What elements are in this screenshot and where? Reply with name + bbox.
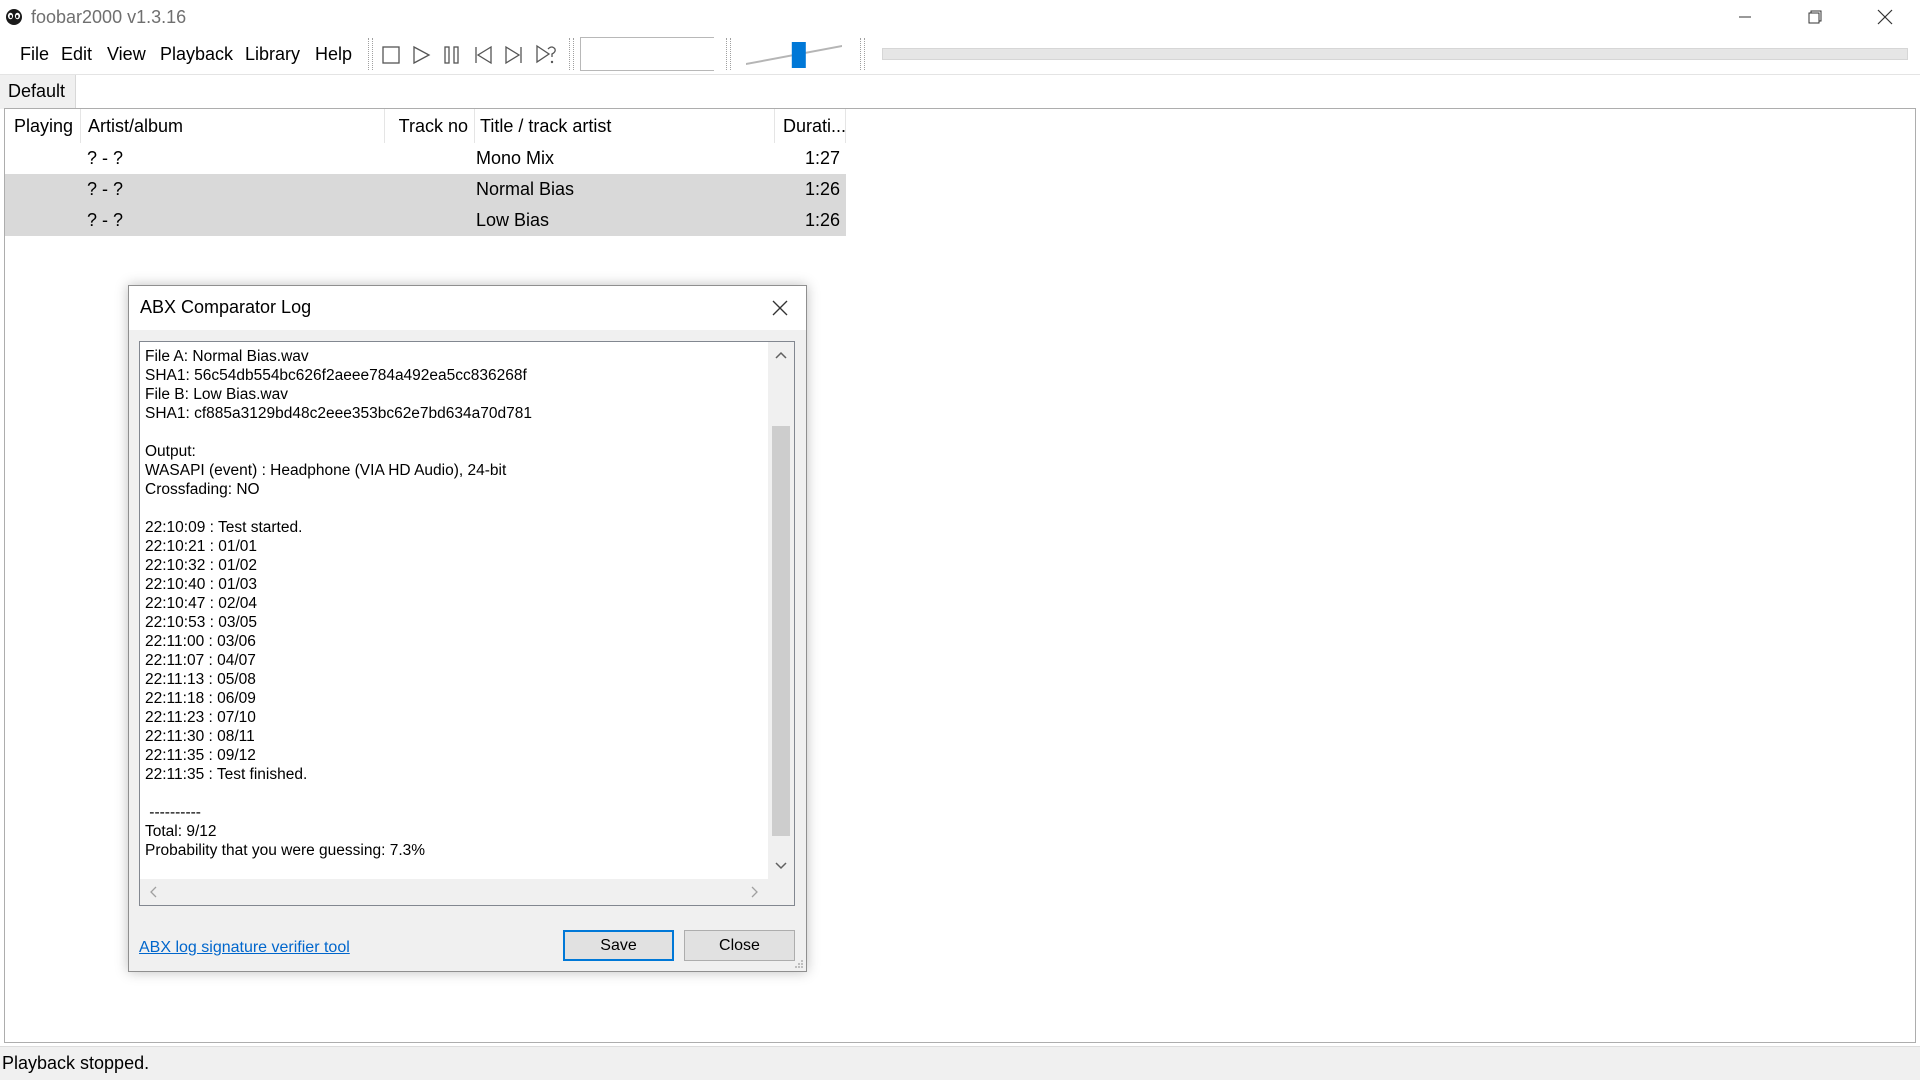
menu-library[interactable]: Library [245,44,300,65]
dialog-title: ABX Comparator Log [140,297,312,317]
cell-duration: 1:26 [804,179,840,199]
cell-title: Mono Mix [476,148,555,168]
menu-view[interactable]: View [107,44,146,65]
restore-icon [1808,10,1822,24]
cell-duration: 1:27 [804,148,840,168]
status-bar: Playback stopped. [0,1046,1920,1080]
restore-button[interactable] [1780,0,1850,34]
cell-artist-album: ? - ? [87,148,124,168]
chevron-up-icon [775,351,787,359]
cell-title: Normal Bias [476,179,575,199]
menu-toolbar-row: File Edit View Playback Library Help [0,34,1920,74]
cell-title: Low Bias [476,210,550,230]
seek-bar[interactable] [882,48,1908,60]
chevron-down-icon [775,862,787,870]
column-artist-album[interactable]: Artist/album [81,109,385,143]
playlist-tab-row: Default [0,74,1920,109]
menu-help[interactable]: Help [315,44,352,65]
vertical-scrollbar[interactable] [768,342,794,879]
save-button[interactable]: Save [563,930,674,961]
foobar-app-icon[interactable] [4,6,24,26]
column-playing[interactable]: Playing [5,109,81,143]
minimize-icon [1739,16,1751,18]
stop-icon [382,46,400,64]
abx-log-dialog: ABX Comparator Log File A: Normal Bias.w… [128,285,807,972]
log-text: File A: Normal Bias.wav SHA1: 56c54db554… [145,348,532,859]
vertical-scroll-thumb[interactable] [772,426,790,836]
title-bar: foobar2000 v1.3.16 [0,0,1920,34]
scroll-up-button[interactable] [768,342,794,368]
play-button[interactable] [408,42,434,68]
scroll-left-button[interactable] [140,879,166,905]
column-title[interactable]: Title / track artist [475,109,775,143]
volume-thumb[interactable] [791,42,806,68]
cell-duration: 1:26 [804,210,840,230]
previous-button[interactable] [470,42,496,68]
cell-artist-album: ? - ? [87,210,124,230]
previous-icon [475,45,492,65]
scrollbar-corner [768,879,794,905]
toolbar-empty-field[interactable] [580,37,714,71]
stop-button[interactable] [378,42,404,68]
log-textarea[interactable]: File A: Normal Bias.wav SHA1: 56c54db554… [139,341,795,906]
column-duration[interactable]: Durati... [775,109,846,143]
scroll-down-button[interactable] [768,853,794,879]
close-icon [1877,9,1893,25]
random-button[interactable] [533,42,559,68]
minimize-button[interactable] [1710,0,1780,34]
playlist-header: Playing Artist/album Track no Title / tr… [5,109,846,143]
menu-file[interactable]: File [20,44,49,65]
menu-edit[interactable]: Edit [61,44,92,65]
next-icon [505,45,522,65]
playlist-row[interactable]: ? - ? Low Bias 1:26 [5,205,846,236]
resize-grip-icon[interactable] [794,959,804,969]
tab-default[interactable]: Default [0,75,76,109]
chevron-left-icon [150,886,157,898]
playlist-row[interactable]: ? - ? Mono Mix 1:27 [5,143,846,174]
cell-artist-album: ? - ? [87,179,124,199]
pause-button[interactable] [439,42,465,68]
scroll-right-button[interactable] [742,879,768,905]
toolbar-separator [726,38,731,70]
abx-verifier-link[interactable]: ABX log signature verifier tool [139,939,350,957]
status-text: Playback stopped. [2,1053,150,1073]
window-title: foobar2000 v1.3.16 [31,7,187,27]
menu-playback[interactable]: Playback [160,44,233,65]
pause-icon [444,46,459,64]
play-icon [413,45,431,65]
random-icon [536,44,556,64]
dialog-title-bar[interactable]: ABX Comparator Log [129,286,806,330]
playlist-row[interactable]: ? - ? Normal Bias 1:26 [5,174,846,205]
dialog-close-button[interactable] [758,288,802,328]
close-window-button[interactable] [1850,0,1920,34]
close-button[interactable]: Close [684,930,795,961]
toolbar-separator [368,38,373,70]
toolbar-separator [569,38,574,70]
close-icon [772,300,788,316]
toolbar-separator [860,38,865,70]
volume-slider[interactable] [744,38,844,70]
column-track-no[interactable]: Track no [385,109,475,143]
chevron-right-icon [751,886,758,898]
next-button[interactable] [501,42,527,68]
horizontal-scrollbar[interactable] [140,879,768,905]
